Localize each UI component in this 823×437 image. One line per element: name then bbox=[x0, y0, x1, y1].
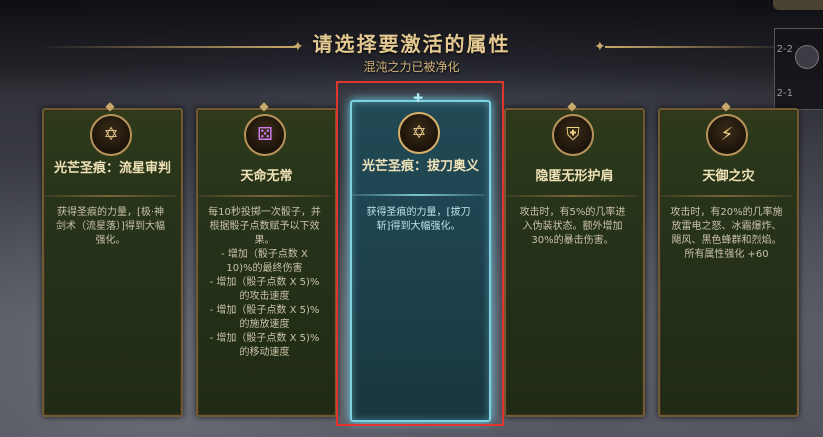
card-divider bbox=[660, 195, 793, 197]
card-description: 获得圣痕的力量，[拔刀斩]得到大幅强化。 bbox=[366, 207, 471, 232]
side-round-button[interactable] bbox=[795, 45, 819, 69]
attribute-card-heaven-disaster[interactable]: ◆ ⚡ 天御之灾 攻击时，有20%的几率施放雷电之怒、冰霜爆炸、飓风、黑色蜂群和… bbox=[658, 100, 799, 417]
attribute-card-draw-sword-secret[interactable]: ✚ ✡ 光芒圣痕：拔刀奥义 获得圣痕的力量，[拔刀斩]得到大幅强化。 bbox=[350, 92, 491, 422]
card-divider bbox=[198, 195, 331, 197]
card-description: 获得圣痕的力量，[极·神剑术（流星落）]得到大幅强化。 bbox=[56, 207, 165, 246]
card-title: 天命无常 bbox=[240, 169, 293, 184]
side-tab[interactable] bbox=[773, 0, 823, 10]
hexagram-star-icon: ✡ bbox=[398, 112, 440, 154]
card-title: 光芒圣痕：流星审判 bbox=[53, 161, 171, 176]
attribute-card-meteor-judgment[interactable]: ◆ ✡ 光芒圣痕：流星审判 获得圣痕的力量，[极·神剑术（流星落）]得到大幅强化… bbox=[42, 100, 183, 417]
card-title: 光芒圣痕：拔刀奥义 bbox=[361, 159, 479, 174]
card-divider bbox=[506, 195, 639, 197]
shoulder-guard-icon: ⛨ bbox=[552, 114, 594, 156]
side-label: 2-2 bbox=[776, 44, 793, 55]
page-title: 请选择要激活的属性 bbox=[312, 32, 511, 56]
attribute-card-fate-uncertain[interactable]: ◆ ⚄ 天命无常 每10秒投掷一次骰子，并根据骰子点数赋予以下效果。 - 增加（… bbox=[196, 100, 337, 417]
card-crown-ornament-icon: ◆ bbox=[259, 99, 269, 113]
card-crown-ornament-icon: ◆ bbox=[105, 99, 115, 113]
purple-dice-icon: ⚄ bbox=[244, 114, 286, 156]
hexagram-star-icon: ✡ bbox=[90, 114, 132, 156]
side-label: 2-1 bbox=[776, 88, 793, 99]
attribute-card-hidden-shoulder[interactable]: ◆ ⛨ 隐匿无形护肩 攻击时，有5%的几率进入伪装状态。额外增加30%的暴击伤害… bbox=[504, 100, 645, 417]
card-divider bbox=[44, 195, 177, 197]
card-description: 每10秒投掷一次骰子，并根据骰子点数赋予以下效果。 - 增加（骰子点数 X 10… bbox=[208, 207, 321, 358]
storm-shield-icon: ⚡ bbox=[706, 114, 748, 156]
card-description: 攻击时，有5%的几率进入伪装状态。额外增加30%的暴击伤害。 bbox=[519, 207, 626, 246]
card-crown-ornament-icon: ◆ bbox=[567, 99, 577, 113]
card-crown-ornament-icon: ◆ bbox=[721, 99, 731, 113]
card-title: 隐匿无形护肩 bbox=[535, 169, 614, 184]
card-divider bbox=[352, 194, 485, 196]
card-title: 天御之灾 bbox=[702, 169, 755, 184]
card-description: 攻击时，有20%的几率施放雷电之怒、冰霜爆炸、飓风、黑色蜂群和烈焰。所有属性强化… bbox=[670, 207, 783, 260]
card-crown-ornament-icon: ✚ bbox=[412, 91, 424, 105]
page-subtitle: 混沌之力已被净化 bbox=[363, 60, 460, 74]
